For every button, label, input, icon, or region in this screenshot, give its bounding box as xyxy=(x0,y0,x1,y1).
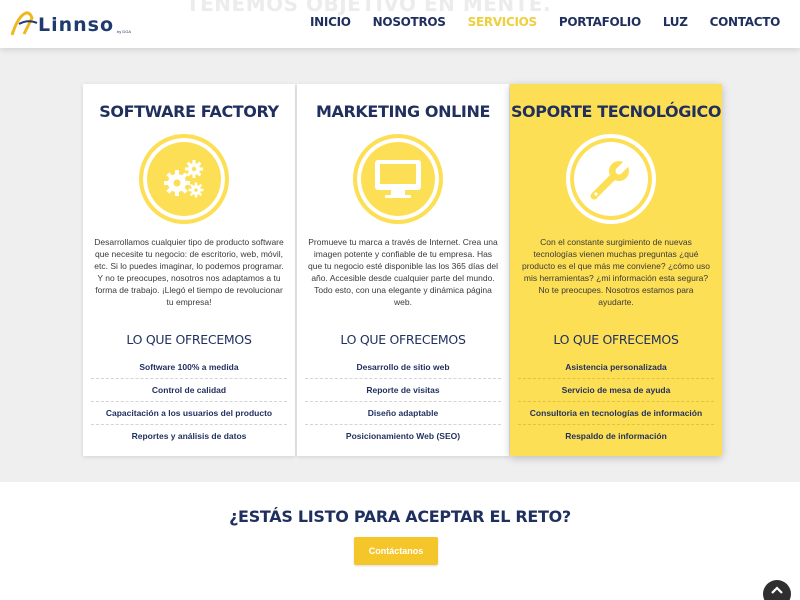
card-description: Promueve tu marca a través de Internet. … xyxy=(308,237,498,307)
icon-circle xyxy=(353,134,443,224)
monitor-icon xyxy=(375,160,421,198)
gears-icon xyxy=(164,160,204,198)
services-section: SOFTWARE FACTORY Desarrollamos cualquier… xyxy=(0,48,800,482)
card-title: MARKETING ONLINE xyxy=(316,102,490,121)
card-title: SOPORTE TECNOLÓGICO xyxy=(510,102,722,121)
contact-button[interactable]: Contáctanos xyxy=(354,537,438,565)
offer-item: Respaldo de información xyxy=(565,431,667,441)
logo-subtitle: by DGA xyxy=(117,29,132,34)
nav-portafolio[interactable]: PORTAFOLIO xyxy=(559,15,641,29)
offer-item: Control de calidad xyxy=(91,379,287,402)
service-card-software: SOFTWARE FACTORY Desarrollamos cualquier… xyxy=(83,84,295,456)
card-description: Con el constante surgimiento de nuevas t… xyxy=(521,237,711,307)
offer-item: Servicio de mesa de ayuda xyxy=(518,379,714,402)
offer-item: Asistencia personalizada xyxy=(518,356,714,379)
offer-item: Consultoria en tecnologías de informació… xyxy=(518,402,714,425)
icon-circle xyxy=(139,134,229,224)
cta-title: ¿ESTÁS LISTO PARA ACEPTAR EL RETO? xyxy=(229,507,571,526)
cta-section: ¿ESTÁS LISTO PARA ACEPTAR EL RETO? Contá… xyxy=(0,482,800,600)
nav-contacto[interactable]: CONTACTO xyxy=(710,15,781,29)
card-title: SOFTWARE FACTORY xyxy=(99,102,279,121)
offer-item: Diseño adaptable xyxy=(305,402,501,425)
offer-item: Reporte de visitas xyxy=(305,379,501,402)
offer-item: Capacitación a los usuarios del producto xyxy=(91,402,287,425)
icon-circle xyxy=(566,134,656,224)
offer-heading: LO QUE OFRECEMOS xyxy=(126,332,252,347)
nav-nosotros[interactable]: NOSOTROS xyxy=(373,15,446,29)
wrench-icon xyxy=(590,158,632,200)
offer-list: Asistencia personalizada Servicio de mes… xyxy=(518,356,714,448)
offer-item: Reportes y análisis de datos xyxy=(131,431,247,441)
offer-item: Posicionamiento Web (SEO) xyxy=(345,431,461,441)
main-nav: INICIO NOSOTROS SERVICIOS PORTAFOLIO LUZ… xyxy=(288,0,780,44)
card-description: Desarrollamos cualquier tipo de producto… xyxy=(94,237,284,307)
nav-luz[interactable]: LUZ xyxy=(663,15,688,29)
logo-text: Linnso xyxy=(38,14,114,36)
offer-item: Software 100% a medida xyxy=(91,356,287,379)
offer-heading: LO QUE OFRECEMOS xyxy=(340,332,466,347)
offer-heading: LO QUE OFRECEMOS xyxy=(553,332,679,347)
nav-servicios[interactable]: SERVICIOS xyxy=(468,15,538,29)
service-card-marketing: MARKETING ONLINE Promueve tu marca a tra… xyxy=(297,84,509,456)
offer-list: Software 100% a medida Control de calida… xyxy=(91,356,287,448)
scroll-top-button[interactable] xyxy=(763,580,791,600)
offer-list: Desarrollo de sitio web Reporte de visit… xyxy=(305,356,501,448)
chevron-up-icon xyxy=(771,586,783,594)
offer-item: Desarrollo de sitio web xyxy=(305,356,501,379)
nav-inicio[interactable]: INICIO xyxy=(310,15,351,29)
navbar: TENEMOS OBJETIVO EN MENTE. Linnso by DGA… xyxy=(0,0,800,48)
service-card-soporte: SOPORTE TECNOLÓGICO Con el constante sur… xyxy=(510,84,722,456)
